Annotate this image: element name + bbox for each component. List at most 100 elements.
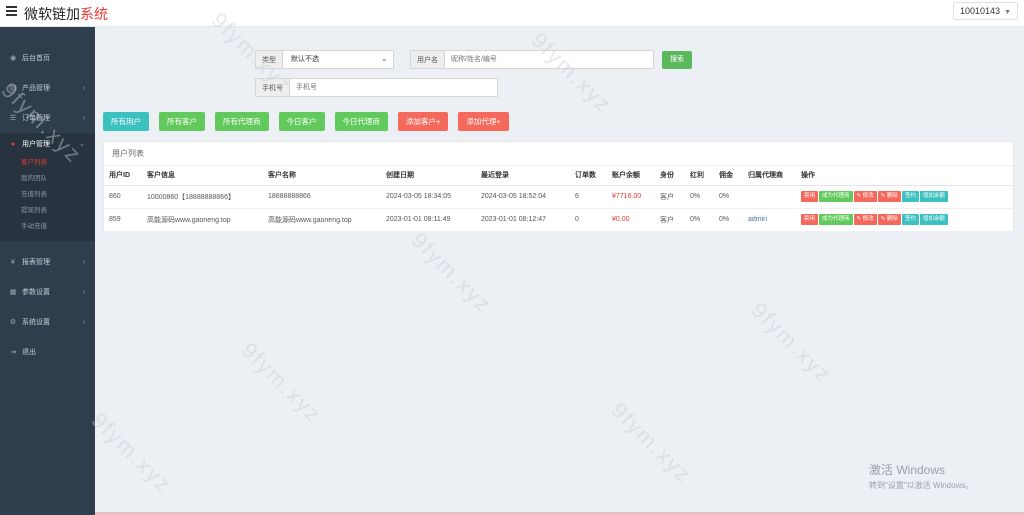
- add-balance-button[interactable]: 增加余额: [919, 191, 948, 202]
- sidebar-item-params[interactable]: ▦ 参数设置 ›: [0, 277, 95, 307]
- cell-balance: ¥7716.00: [607, 185, 655, 209]
- cell-agent: admin: [743, 208, 796, 232]
- table-row: 860 10000860【18888888866】 18888888866 20…: [104, 185, 1013, 209]
- username-label: 用户名: [410, 50, 444, 69]
- disable-button[interactable]: 禁用: [801, 191, 819, 202]
- submenu-customer-list[interactable]: 客户列表: [0, 155, 95, 171]
- cell-actions: 禁用 成为代理商 ✎ 修改 ✎ 删除 签约 增加余额: [796, 185, 1013, 209]
- sidebar-item-orders[interactable]: ☰ 订单管理 ›: [0, 103, 95, 133]
- users-submenu: 客户列表 我的团队 充值列表 提现列表 手动充值: [0, 155, 95, 241]
- col-header: 红利: [685, 166, 714, 186]
- edit-button[interactable]: ✎ 修改: [853, 214, 877, 225]
- sidebar-item-label: 退出: [22, 349, 36, 356]
- cell-info: 高能源码www.gaoneng.top: [142, 208, 263, 232]
- delete-button[interactable]: ✎ 删除: [877, 191, 901, 202]
- today-customers-button[interactable]: 今日客户: [278, 112, 325, 131]
- col-header: 操作: [796, 166, 1013, 186]
- sidebar: ◉ 后台首页 ▤ 产品管理 › ☰ 订单管理 › ● 用户管理 ⌄ 客户列表 我…: [0, 27, 95, 515]
- cell-name: 高能源码www.gaoneng.top: [263, 208, 381, 232]
- table-header-row: 用户ID 客户信息 客户名称 创建日期 最近登录 订单数 账户余额 身份 红利 …: [104, 166, 1013, 186]
- brand-main: 微软链加: [24, 6, 80, 22]
- col-header: 客户信息: [142, 166, 263, 186]
- filter-row-1: 类型 默认不选 ⌄ 用户名 搜索: [255, 50, 692, 69]
- action-buttons: 所有用户 所有客户 所有代理商 今日客户 今日代理商 添加客户+ 添加代理+: [103, 112, 519, 131]
- type-select[interactable]: 默认不选 ⌄: [282, 50, 394, 69]
- add-balance-button[interactable]: 增加余额: [919, 214, 948, 225]
- submenu-recharge-list[interactable]: 充值列表: [0, 187, 95, 203]
- chevron-down-icon: ⌄: [381, 56, 387, 63]
- username-input[interactable]: [444, 50, 654, 69]
- chevron-right-icon: ›: [82, 258, 85, 266]
- cell-last-login: 2024-03-05 18:52:04: [476, 185, 570, 209]
- settings-icon: ⚙: [9, 319, 17, 326]
- brand-title: 微软链加系统: [24, 4, 108, 24]
- cell-name: 18888888866: [263, 185, 381, 209]
- all-agents-button[interactable]: 所有代理商: [215, 112, 269, 131]
- type-label: 类型: [255, 50, 282, 69]
- sidebar-item-label: 用户管理: [22, 141, 50, 148]
- cell-created: 2023-01-01 08:11:49: [381, 208, 476, 232]
- chevron-right-icon: ›: [82, 288, 85, 296]
- activation-title: 激活 Windows: [869, 463, 946, 477]
- chevron-right-icon: ›: [82, 114, 85, 122]
- dashboard-icon: ◉: [9, 55, 17, 62]
- sign-button[interactable]: 签约: [901, 214, 919, 225]
- sidebar-item-users[interactable]: ● 用户管理 ⌄: [0, 133, 95, 155]
- cell-created: 2024-03-05 18:34:05: [381, 185, 476, 209]
- sidebar-item-label: 系统设置: [22, 319, 50, 326]
- main-content: 类型 默认不选 ⌄ 用户名 搜索 手机号 所有用户 所有客户 所有代理商 今日客…: [95, 27, 1024, 515]
- edit-button[interactable]: ✎ 修改: [853, 191, 877, 202]
- phone-label: 手机号: [255, 78, 289, 97]
- submenu-manual-recharge[interactable]: 手动充值: [0, 219, 95, 235]
- today-agents-button[interactable]: 今日代理商: [334, 112, 388, 131]
- sidebar-item-reports[interactable]: ¥ 报表管理 ›: [0, 247, 95, 277]
- cell-role: 客户: [655, 185, 685, 209]
- sidebar-item-label: 后台首页: [22, 55, 50, 62]
- table-row: 859 高能源码www.gaoneng.top 高能源码www.gaoneng.…: [104, 208, 1013, 232]
- brand-accent: 系统: [80, 6, 108, 22]
- col-header: 订单数: [570, 166, 607, 186]
- cell-role: 客户: [655, 208, 685, 232]
- sidebar-item-label: 产品管理: [22, 85, 50, 92]
- col-header: 账户余额: [607, 166, 655, 186]
- sidebar-item-label: 订单管理: [22, 115, 50, 122]
- chevron-right-icon: ›: [82, 318, 85, 326]
- sign-button[interactable]: 签约: [901, 191, 919, 202]
- all-users-button[interactable]: 所有用户: [103, 112, 149, 131]
- add-agent-button[interactable]: 添加代理+: [458, 112, 509, 131]
- user-table: 用户ID 客户信息 客户名称 创建日期 最近登录 订单数 账户余额 身份 红利 …: [104, 166, 1013, 232]
- disable-button[interactable]: 禁用: [801, 214, 819, 225]
- account-id: 10010143: [960, 6, 1001, 16]
- cell-actions: 禁用 成为代理商 ✎ 修改 ✎ 删除 签约 增加余额: [796, 208, 1013, 232]
- logout-icon: ⇥: [10, 349, 16, 356]
- menu-toggle-icon[interactable]: [6, 6, 17, 16]
- cell-id: 859: [104, 208, 142, 232]
- all-customers-button[interactable]: 所有客户: [159, 112, 205, 131]
- col-header: 身份: [655, 166, 685, 186]
- search-button[interactable]: 搜索: [662, 50, 692, 69]
- cell-commission: 0%: [714, 185, 743, 209]
- sidebar-item-system[interactable]: ⚙ 系统设置 ›: [0, 307, 95, 337]
- become-agent-button[interactable]: 成为代理商: [819, 214, 853, 225]
- cell-agent: [743, 185, 796, 209]
- sidebar-item-dashboard[interactable]: ◉ 后台首页: [0, 43, 95, 73]
- filter-row-2: 手机号: [255, 78, 498, 97]
- col-header: 佣金: [714, 166, 743, 186]
- panel-title: 用户列表: [104, 142, 1013, 166]
- submenu-withdraw-list[interactable]: 提现列表: [0, 203, 95, 219]
- col-header: 最近登录: [476, 166, 570, 186]
- delete-button[interactable]: ✎ 删除: [877, 214, 901, 225]
- become-agent-button[interactable]: 成为代理商: [819, 191, 853, 202]
- add-customer-button[interactable]: 添加客户+: [398, 112, 449, 131]
- account-dropdown[interactable]: 10010143 ▼: [953, 2, 1018, 20]
- activation-subtitle: 转到"设置"以激活 Windows。: [869, 481, 974, 490]
- chevron-down-icon: ⌄: [79, 141, 85, 148]
- sidebar-item-logout[interactable]: ⇥ 退出: [0, 337, 95, 367]
- windows-activation-notice: 激活 Windows 转到"设置"以激活 Windows。: [869, 461, 973, 491]
- submenu-my-team[interactable]: 我的团队: [0, 171, 95, 187]
- sidebar-item-products[interactable]: ▤ 产品管理 ›: [0, 73, 95, 103]
- col-header: 客户名称: [263, 166, 381, 186]
- type-select-value: 默认不选: [291, 56, 319, 63]
- phone-input[interactable]: [289, 78, 498, 97]
- user-list-panel: 用户列表 用户ID 客户信息 客户名称 创建日期 最近登录 订单数 账户余额 身…: [103, 141, 1014, 232]
